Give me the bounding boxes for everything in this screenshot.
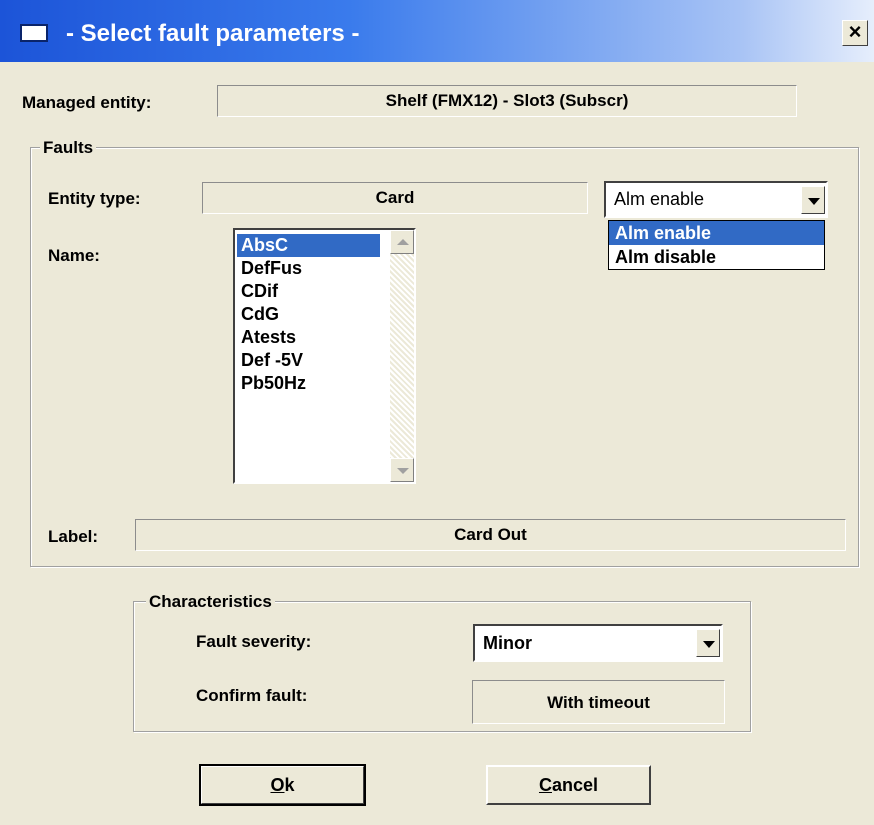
managed-entity-field: Shelf (FMX12) - Slot3 (Subscr) — [217, 85, 797, 117]
alarm-combo-dropdown-list: Alm enable Alm disable — [608, 220, 825, 270]
alarm-option-enable[interactable]: Alm enable — [609, 221, 824, 245]
entity-type-field: Card — [202, 182, 588, 214]
characteristics-group-title: Characteristics — [146, 592, 275, 612]
cancel-button-label: ancel — [551, 775, 599, 795]
list-item-def-5v[interactable]: Def -5V — [237, 349, 380, 372]
chevron-down-icon — [703, 641, 715, 648]
confirm-fault-field: With timeout — [472, 680, 725, 724]
fault-severity-combo[interactable]: Minor — [473, 624, 723, 662]
list-item-atests[interactable]: Atests — [237, 326, 380, 349]
select-fault-parameters-dialog: - Select fault parameters - × Managed en… — [0, 0, 874, 825]
alarm-combo-arrow-button[interactable] — [801, 186, 825, 214]
alarm-enable-combo[interactable]: Alm enable — [604, 181, 828, 218]
list-item-cdg[interactable]: CdG — [237, 303, 380, 326]
severity-combo-arrow-button[interactable] — [696, 629, 720, 657]
window-title: - Select fault parameters - — [66, 20, 360, 47]
ok-button[interactable]: Ok — [199, 764, 366, 806]
list-item-deffus[interactable]: DefFus — [237, 257, 380, 280]
list-item-absc[interactable]: AbsC — [237, 234, 380, 257]
ok-button-label: k — [284, 775, 295, 795]
name-label: Name: — [48, 246, 100, 265]
chevron-down-icon — [808, 198, 820, 205]
scroll-down-button[interactable] — [390, 458, 414, 482]
list-item-cdif[interactable]: CDif — [237, 280, 380, 303]
close-button[interactable]: × — [842, 20, 868, 46]
cancel-button[interactable]: Cancel — [486, 765, 651, 805]
scroll-up-button[interactable] — [390, 230, 414, 254]
label-field: Card Out — [135, 519, 846, 551]
alarm-combo-value: Alm enable — [614, 189, 705, 209]
confirm-fault-label: Confirm fault: — [196, 686, 308, 705]
scroll-down-arrow-icon — [397, 468, 409, 474]
title-bar[interactable]: - Select fault parameters - × — [0, 0, 874, 62]
entity-type-label: Entity type: — [48, 189, 141, 208]
faults-group-title: Faults — [40, 138, 97, 158]
scroll-up-arrow-icon — [397, 239, 409, 245]
fault-severity-label: Fault severity: — [196, 632, 312, 651]
managed-entity-label: Managed entity: — [22, 93, 152, 112]
cancel-button-mnemonic: C — [538, 775, 552, 795]
label-label: Label: — [48, 527, 99, 546]
listbox-scrollbar[interactable] — [390, 230, 414, 482]
alarm-option-disable[interactable]: Alm disable — [609, 245, 824, 269]
fault-name-listbox[interactable]: AbsC DefFus CDif CdG Atests Def -5V Pb50… — [233, 228, 416, 484]
window-icon — [20, 24, 48, 42]
ok-button-mnemonic: O — [270, 775, 285, 795]
fault-severity-value: Minor — [483, 633, 532, 653]
list-item-pb50hz[interactable]: Pb50Hz — [237, 372, 380, 395]
